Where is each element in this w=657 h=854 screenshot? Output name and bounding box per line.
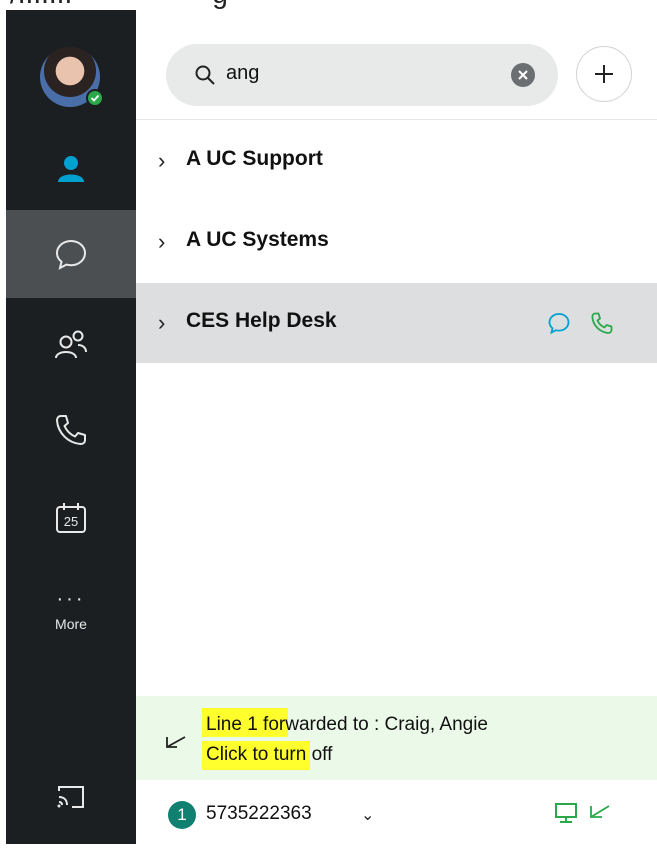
people-group-icon [55,330,87,359]
search-box[interactable]: ang [166,44,558,106]
chevron-right-icon[interactable]: › [158,229,165,255]
nav-messaging[interactable] [6,210,136,298]
nav-meetings[interactable]: 25 [6,480,136,556]
status-bar: 1 5735222363 ⌄ [136,780,657,854]
phone-icon [56,415,86,445]
add-button[interactable] [576,46,632,102]
line-number-badge: 1 [168,801,196,829]
contact-group-name: CES Help Desk [186,309,337,332]
contact-group-row-selected[interactable]: › CES Help Desk [136,283,657,363]
chat-icon[interactable] [547,311,571,335]
presence-available-icon [86,89,104,107]
cast-screen-icon [57,786,84,808]
more-dots-icon: ··· [56,588,86,610]
chevron-down-icon[interactable]: ⌄ [361,805,374,825]
calendar-day: 25 [64,514,78,529]
search-input[interactable]: ang [226,62,259,85]
divider [136,119,657,120]
nav-calls[interactable] [6,395,136,465]
left-nav-sidebar: 25 ··· More [6,10,136,844]
call-forward-icon [166,736,186,748]
nav-more[interactable]: ··· More [6,588,136,632]
contact-group-row[interactable]: › A UC Systems [136,202,657,282]
call-icon[interactable] [590,311,614,335]
calendar-icon: 25 [56,503,86,533]
search-icon [195,65,215,85]
top-cropped-strip: /....... g [0,0,657,10]
phone-number[interactable]: 5735222363 [206,803,312,825]
clear-search-icon[interactable] [511,63,535,87]
cropped-text-fragment: /....... g [10,0,228,10]
chevron-right-icon[interactable]: › [158,148,165,174]
chevron-right-icon[interactable]: › [158,310,165,336]
turn-off-forwarding-link[interactable]: Click to turn off [206,744,332,766]
nav-teams[interactable] [6,310,136,380]
forward-status-text: Line 1 forwarded to : Craig, Angie [206,714,489,735]
plus-icon [595,65,613,83]
nav-contacts[interactable] [6,128,136,208]
main-panel: ang › A UC Support › A UC Systems › CES … [136,10,657,854]
computer-device-icon[interactable] [554,802,578,824]
contact-group-name: A UC Support [186,147,323,170]
contact-group-name: A UC Systems [186,228,329,251]
nav-cast-screen[interactable] [6,772,136,822]
call-forward-banner[interactable]: Line 1 forwarded to : Craig, Angie Click… [136,696,657,780]
person-icon [58,156,84,182]
contact-group-row[interactable]: › A UC Support [136,121,657,201]
chat-bubble-icon [55,239,87,270]
more-label: More [55,616,87,632]
call-forward-status-icon[interactable] [588,803,612,823]
